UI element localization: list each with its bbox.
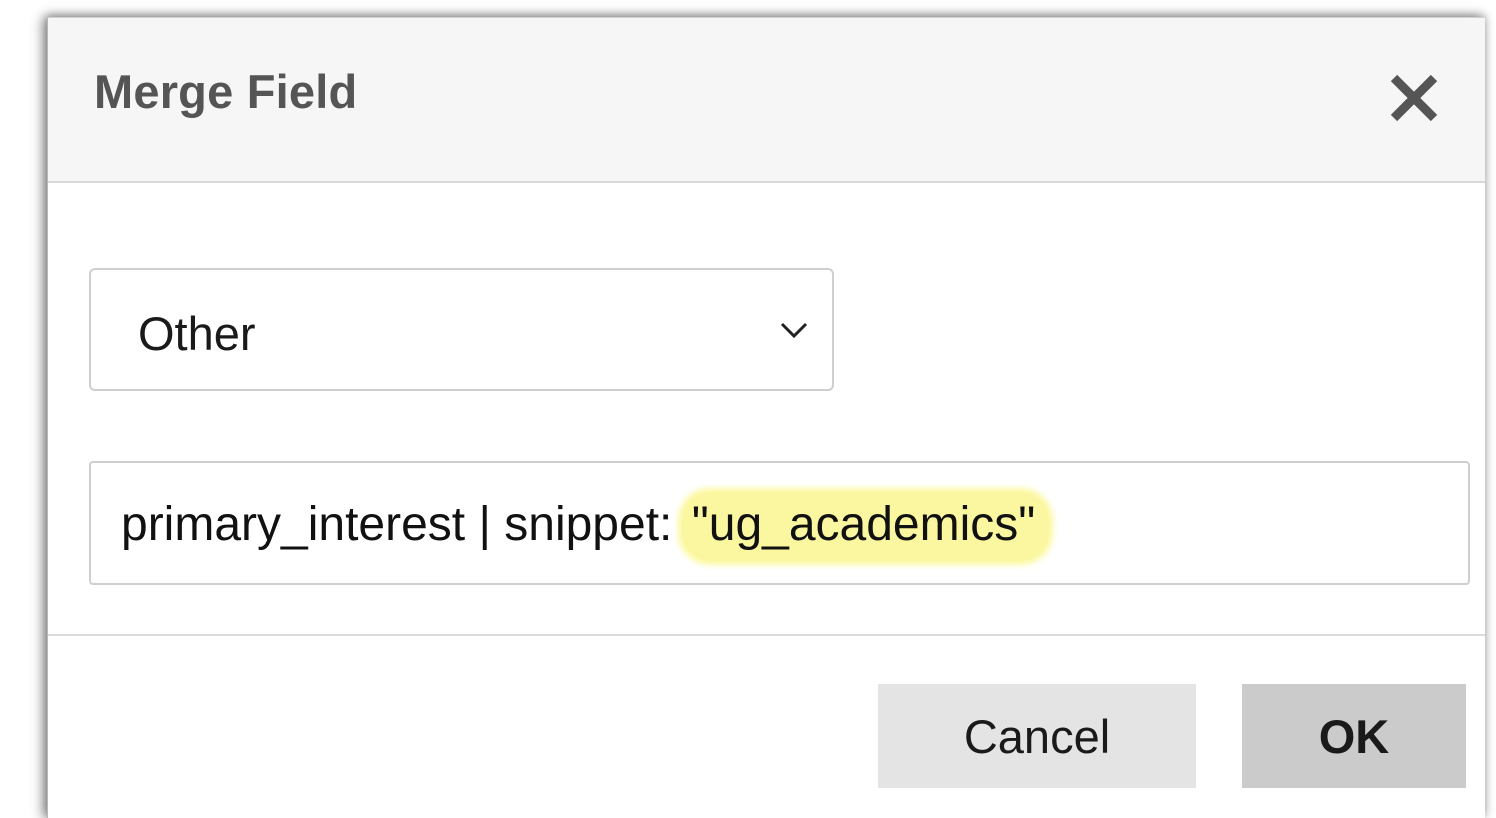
merge-field-input-value: primary_interest | snippet: "ug_academic… <box>121 492 1050 561</box>
category-select-value: Other <box>138 307 256 360</box>
cancel-button[interactable]: Cancel <box>878 684 1196 788</box>
dialog-title: Merge Field <box>94 65 358 118</box>
merge-field-text: primary_interest | snippet: <box>121 498 673 551</box>
footer-divider <box>48 634 1485 636</box>
chevron-down-icon <box>779 320 809 345</box>
close-icon <box>1384 68 1444 128</box>
category-select[interactable]: Other <box>89 268 834 391</box>
merge-field-dialog: Merge Field Other primary_interest | sni… <box>47 17 1485 818</box>
highlighted-snippet: "ug_academics" <box>681 492 1050 561</box>
close-button[interactable] <box>1384 68 1444 128</box>
ok-button[interactable]: OK <box>1242 684 1466 788</box>
merge-field-input[interactable]: primary_interest | snippet: "ug_academic… <box>89 461 1470 585</box>
dialog-header: Merge Field <box>48 18 1485 183</box>
